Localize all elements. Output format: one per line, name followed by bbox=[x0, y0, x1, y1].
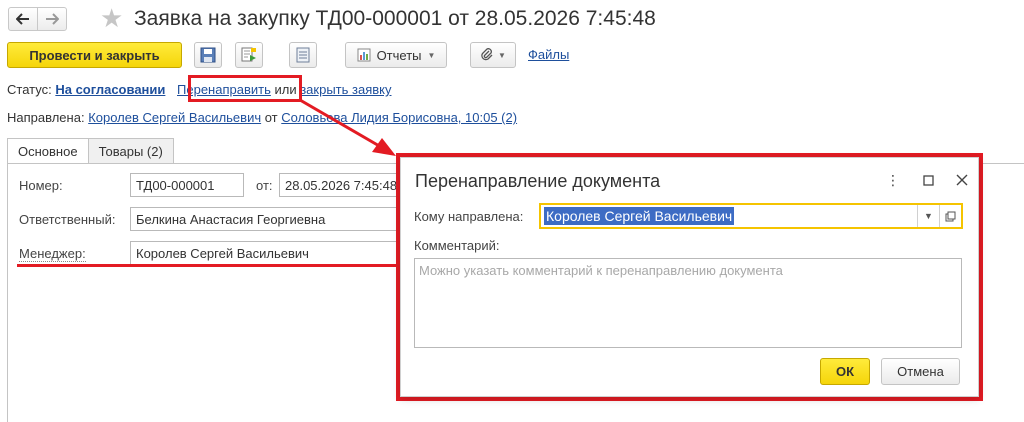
directed-from-link[interactable]: Соловьева Лидия Борисовна, 10:05 (2) bbox=[281, 110, 517, 125]
post-and-close-button[interactable]: Провести и закрыть bbox=[7, 42, 182, 68]
arrow-right-icon bbox=[46, 13, 59, 25]
favorite-star-icon[interactable]: ★ bbox=[100, 4, 123, 32]
recipient-label: Кому направлена: bbox=[414, 209, 524, 224]
reports-label: Отчеты bbox=[376, 47, 422, 63]
ok-button[interactable]: ОК bbox=[820, 358, 870, 385]
back-button[interactable] bbox=[8, 7, 38, 31]
open-external-icon[interactable] bbox=[939, 205, 961, 227]
chevron-down-icon[interactable]: ▼ bbox=[917, 205, 939, 227]
paperclip-icon bbox=[481, 48, 493, 61]
maximize-icon[interactable] bbox=[918, 170, 938, 190]
recipient-combobox[interactable]: Королев Сергей Васильевич ▼ bbox=[539, 203, 963, 229]
responsible-label: Ответственный: bbox=[19, 212, 116, 227]
report-chart-icon bbox=[357, 48, 371, 62]
more-options-icon[interactable]: ⋮ bbox=[883, 170, 903, 190]
post-document-button[interactable] bbox=[235, 42, 263, 68]
status-label: Статус: bbox=[7, 82, 52, 97]
redirect-dialog: Перенаправление документа ⋮ Кому направл… bbox=[400, 157, 979, 397]
number-field[interactable]: ТД00-000001 bbox=[130, 173, 244, 197]
window-title: Заявка на закупку ТД00-000001 от 28.05.2… bbox=[134, 7, 656, 30]
close-icon[interactable] bbox=[952, 170, 972, 190]
status-value-link[interactable]: На согласовании bbox=[55, 82, 165, 97]
recipient-value: Королев Сергей Васильевич bbox=[544, 207, 735, 225]
recipient-combo-buttons: ▼ bbox=[917, 205, 961, 227]
chevron-down-icon: ▼ bbox=[498, 50, 506, 60]
date-field[interactable]: 28.05.2026 7:45:48 bbox=[279, 173, 404, 197]
date-label: от: bbox=[256, 178, 273, 193]
dialog-title: Перенаправление документа bbox=[415, 171, 661, 191]
cancel-button[interactable]: Отмена bbox=[881, 358, 960, 385]
tab-goods[interactable]: Товары (2) bbox=[87, 138, 174, 164]
files-link[interactable]: Файлы bbox=[528, 47, 569, 62]
manager-field[interactable]: Королев Сергей Васильевич bbox=[130, 241, 405, 265]
directed-line: Направлена: Королев Сергей Васильевич от… bbox=[7, 110, 517, 125]
comment-textarea[interactable] bbox=[414, 258, 962, 348]
tab-bar: Основное Товары (2) bbox=[7, 138, 174, 164]
comment-label: Комментарий: bbox=[414, 238, 500, 253]
responsible-field[interactable]: Белкина Анастасия Георгиевна bbox=[130, 207, 405, 231]
close-request-link[interactable]: закрыть заявку bbox=[300, 82, 391, 97]
floppy-disk-icon bbox=[200, 47, 216, 63]
save-button[interactable] bbox=[194, 42, 222, 68]
list-icon bbox=[296, 47, 310, 63]
manager-label[interactable]: Менеджер: bbox=[19, 246, 86, 262]
directed-from-word: от bbox=[264, 110, 278, 125]
document-list-button[interactable] bbox=[289, 42, 317, 68]
attach-file-button[interactable]: ▼ bbox=[470, 42, 516, 68]
arrow-left-icon bbox=[16, 13, 29, 25]
manager-highlight-underline bbox=[17, 264, 401, 267]
document-structure-icon bbox=[241, 47, 256, 62]
reports-menu-button[interactable]: Отчеты ▼ bbox=[345, 42, 447, 68]
chevron-down-icon: ▼ bbox=[427, 50, 436, 60]
number-label: Номер: bbox=[19, 178, 63, 193]
directed-label: Направлена: bbox=[7, 110, 85, 125]
forward-button[interactable] bbox=[37, 7, 67, 31]
directed-to-link[interactable]: Королев Сергей Васильевич bbox=[88, 110, 261, 125]
redirect-highlight-box bbox=[188, 75, 302, 102]
tab-main[interactable]: Основное bbox=[7, 138, 89, 164]
